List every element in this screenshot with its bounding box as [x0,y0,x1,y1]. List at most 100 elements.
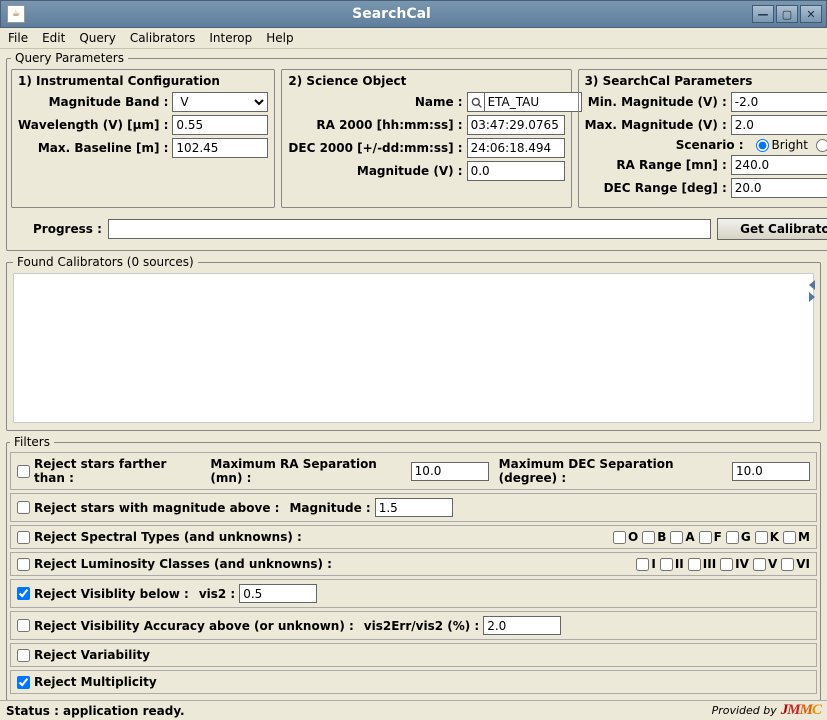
max-dec-sep-input[interactable] [732,462,810,481]
filter-visibility-checkbox[interactable] [17,587,30,600]
spec-a-checkbox[interactable] [670,531,683,544]
max-ra-sep-input[interactable] [411,462,489,481]
filter-visaccuracy-label: Reject Visibility Accuracy above (or unk… [34,619,354,633]
query-parameters-legend: Query Parameters [11,51,128,65]
rarange-label: RA Range [mn] : [585,158,727,172]
science-object-group: 2) Science Object Name : RA 2000 [hh:mm:… [281,69,571,208]
magband-select[interactable]: V [172,92,268,112]
window-titlebar: ☕ SearchCal — ▢ ✕ [0,0,827,28]
menu-edit[interactable]: Edit [42,31,65,45]
menu-calibrators[interactable]: Calibrators [130,31,196,45]
wavelength-label: Wavelength (V) [µm] : [18,118,168,132]
lum-vi-checkbox[interactable] [781,558,794,571]
filter-spectral-label: Reject Spectral Types (and unknowns) : [34,530,302,544]
scenario-label: Scenario : [676,138,744,152]
scenario-bright-radio[interactable] [756,139,769,152]
spec-g-checkbox[interactable] [726,531,739,544]
dec-input[interactable] [467,138,565,158]
lum-iii-checkbox[interactable] [688,558,701,571]
decrange-input[interactable] [731,178,827,198]
filter-multiplicity-checkbox[interactable] [17,676,30,689]
max-ra-sep-label: Maximum RA Separation (mn) : [210,457,406,485]
filter-magnitude-checkbox[interactable] [17,501,30,514]
vis2-label: vis2 : [199,587,235,601]
filter-variability-checkbox[interactable] [17,649,30,662]
get-calibrators-button[interactable]: Get Calibrators [717,218,827,240]
filters-group: Filters Reject stars farther than : Maxi… [6,435,821,701]
menu-query[interactable]: Query [79,31,115,45]
provided-by-label: Provided by [712,704,777,717]
wavelength-input[interactable] [172,115,268,135]
filter-luminosity-checkbox[interactable] [17,558,30,571]
window-title: SearchCal [31,6,752,22]
instrumental-config-group: 1) Instrumental Configuration Magnitude … [11,69,275,208]
group1-heading: 1) Instrumental Configuration [18,74,268,88]
rarange-input[interactable] [731,155,827,175]
dec-label: DEC 2000 [+/-dd:mm:ss] : [288,141,462,155]
app-icon: ☕ [7,5,25,23]
scenario-bright-label: Bright [772,138,808,152]
menu-file[interactable]: File [8,31,28,45]
max-dec-sep-label: Maximum DEC Separation (degree) : [499,457,728,485]
lum-iv-checkbox[interactable] [720,558,733,571]
name-input-wrapper[interactable] [467,92,565,112]
filters-legend: Filters [10,435,54,449]
filter-multiplicity-label: Reject Multiplicity [34,675,157,689]
progress-label: Progress : [33,222,102,236]
spec-f-checkbox[interactable] [699,531,712,544]
filter-magnitude-row: Reject stars with magnitude above : Magn… [10,493,817,522]
name-input[interactable] [484,92,582,112]
vis2err-label: vis2Err/vis2 (%) : [364,619,479,633]
results-table [13,273,814,423]
baseline-input[interactable] [172,138,268,158]
expand-icon[interactable] [809,280,815,290]
mag-threshold-input[interactable] [375,498,453,517]
baseline-label: Max. Baseline [m] : [18,141,168,155]
close-button[interactable]: ✕ [800,5,822,23]
spec-b-checkbox[interactable] [642,531,655,544]
found-calibrators-legend: Found Calibrators (0 sources) [13,255,198,269]
search-icon [471,97,482,108]
filter-visaccuracy-checkbox[interactable] [17,619,30,632]
filter-distance-checkbox[interactable] [17,465,30,478]
maxmag-input[interactable] [731,115,827,135]
group2-heading: 2) Science Object [288,74,564,88]
filter-spectral-checkbox[interactable] [17,531,30,544]
vis2err-input[interactable] [483,616,561,635]
jmmc-logo: JMMC [781,702,821,719]
filter-visibility-row: Reject Visiblity below : vis2 : [10,579,817,608]
mag-threshold-label: Magnitude : [289,501,370,515]
filter-visaccuracy-row: Reject Visibility Accuracy above (or unk… [10,611,817,640]
maxmag-label: Max. Magnitude (V) : [585,118,727,132]
filter-variability-label: Reject Variability [34,648,150,662]
menubar: File Edit Query Calibrators Interop Help [0,28,827,49]
lum-ii-checkbox[interactable] [660,558,673,571]
spec-k-checkbox[interactable] [755,531,768,544]
searchcal-params-group: 3) SearchCal Parameters Min. Magnitude (… [578,69,827,208]
menu-interop[interactable]: Interop [209,31,252,45]
menu-help[interactable]: Help [266,31,293,45]
lum-v-checkbox[interactable] [753,558,766,571]
filter-distance-label: Reject stars farther than : [34,457,200,485]
spec-m-checkbox[interactable] [783,531,796,544]
filter-variability-row: Reject Variability [10,643,817,667]
status-text: Status : application ready. [6,704,185,718]
spec-o-checkbox[interactable] [613,531,626,544]
vis2-input[interactable] [239,584,317,603]
lum-i-checkbox[interactable] [636,558,649,571]
magnitude-input[interactable] [467,161,565,181]
collapse-icon[interactable] [809,292,815,302]
minmag-label: Min. Magnitude (V) : [585,95,727,109]
minmag-input[interactable] [731,92,827,112]
status-bar: Status : application ready. Provided by … [0,700,827,720]
filter-distance-row: Reject stars farther than : Maximum RA S… [10,452,817,490]
scenario-faint-radio[interactable] [816,139,827,152]
ra-input[interactable] [467,115,565,135]
name-label: Name : [288,95,462,109]
maximize-button[interactable]: ▢ [776,5,798,23]
magband-label: Magnitude Band : [18,95,168,109]
minimize-button[interactable]: — [752,5,774,23]
filter-magnitude-label: Reject stars with magnitude above : [34,501,279,515]
filter-luminosity-label: Reject Luminosity Classes (and unknowns)… [34,557,332,571]
filter-visibility-label: Reject Visiblity below : [34,587,189,601]
